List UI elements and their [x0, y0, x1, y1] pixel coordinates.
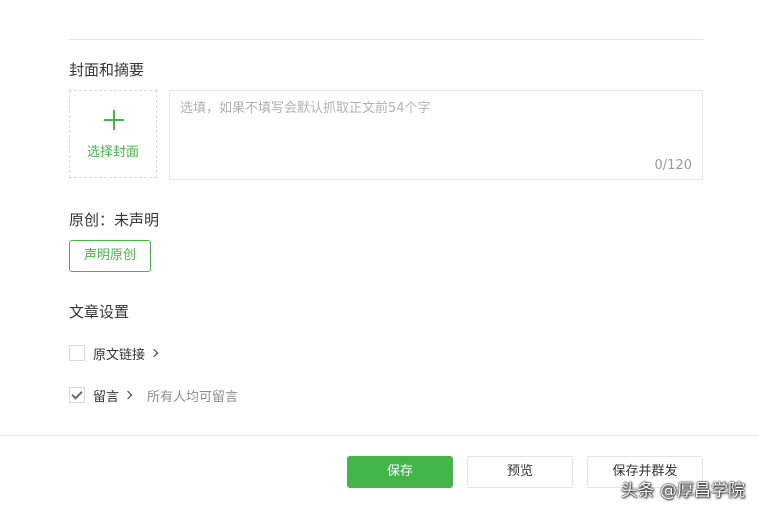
summary-input[interactable]	[170, 91, 702, 179]
comments-description: 所有人均可留言	[147, 389, 239, 405]
chevron-right-icon[interactable]	[123, 390, 133, 400]
original-status: 原创：未声明	[69, 211, 160, 229]
save-and-publish-button[interactable]: 保存并群发	[587, 456, 703, 488]
select-cover-button[interactable]: 选择封面	[69, 90, 157, 178]
comments-row: 留言 所有人均可留言	[69, 386, 239, 405]
summary-box: 0/120	[169, 90, 703, 180]
chevron-right-icon[interactable]	[149, 348, 159, 358]
plus-icon	[104, 110, 124, 130]
select-cover-label: 选择封面	[86, 145, 139, 160]
declare-original-button[interactable]: 声明原创	[69, 240, 151, 272]
source-link-row: 原文链接	[69, 344, 159, 363]
comments-label[interactable]: 留言	[93, 386, 119, 405]
cover-summary-title: 封面和摘要	[69, 61, 145, 79]
source-link-label[interactable]: 原文链接	[93, 344, 145, 363]
preview-button[interactable]: 预览	[467, 456, 573, 488]
top-divider	[69, 39, 703, 40]
source-link-checkbox[interactable]	[69, 345, 85, 361]
article-settings-title: 文章设置	[69, 303, 130, 321]
summary-char-counter: 0/120	[654, 158, 692, 173]
footer-divider	[0, 435, 759, 436]
comments-checkbox[interactable]	[69, 387, 85, 403]
save-button[interactable]: 保存	[347, 456, 453, 488]
